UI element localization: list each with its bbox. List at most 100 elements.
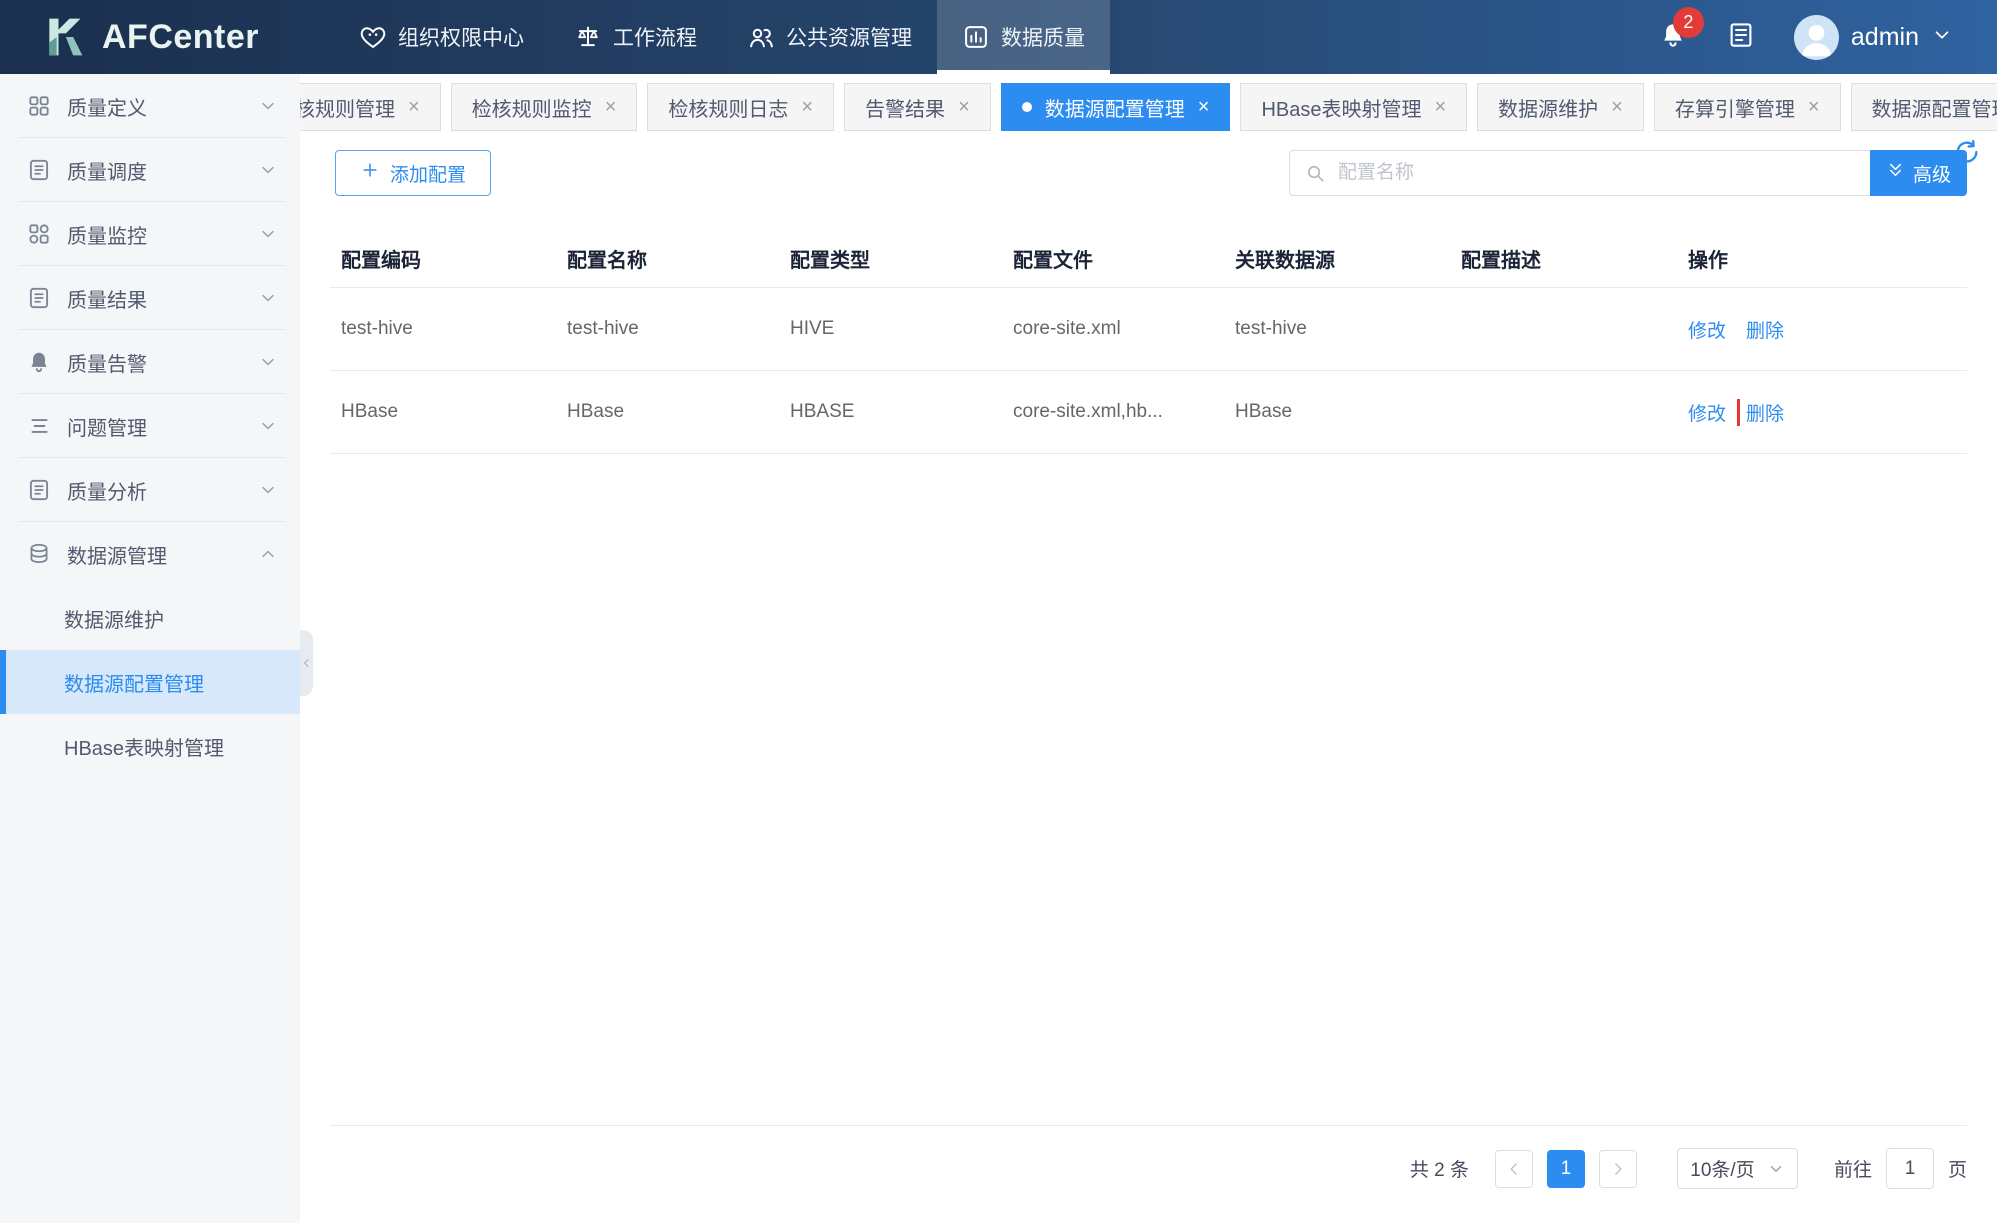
chevron-down-icon [258, 352, 278, 372]
page-1-button[interactable]: 1 [1547, 1150, 1585, 1188]
goto-page-input[interactable] [1886, 1148, 1934, 1189]
sidebar-item-label: 问题管理 [67, 412, 147, 441]
nav-item-data-quality[interactable]: 数据质量 [937, 0, 1110, 74]
chevron-down-icon [258, 96, 278, 116]
sidebar-subitem-datasource-maintenance[interactable]: 数据源维护 [0, 586, 300, 650]
search-icon [1304, 162, 1327, 190]
sidebar-item-quality-scheduling[interactable]: 质量调度 [0, 138, 300, 202]
nav-item-workflow[interactable]: 工作流程 [549, 0, 722, 74]
column-header: 配置名称 [556, 244, 779, 273]
sidebar-subitem-datasource-config-management[interactable]: 数据源配置管理 [0, 650, 300, 714]
notification-badge: 2 [1673, 7, 1704, 38]
tab-close-icon[interactable]: × [1808, 97, 1820, 117]
db-icon [26, 541, 52, 567]
tab-datasource-maintenance[interactable]: 数据源维护 × [1477, 83, 1644, 131]
table-cell: core-site.xml [1002, 318, 1224, 340]
tab-label: 数据源配置管理 [1045, 93, 1185, 122]
tab-close-icon[interactable]: × [1198, 97, 1210, 117]
brand: AFCenter [0, 0, 300, 74]
sidebar-subitem-label: 数据源维护 [64, 604, 164, 633]
sidebar-item-issue-management[interactable]: 问题管理 [0, 394, 300, 458]
tab-label: HBase表映射管理 [1261, 93, 1421, 122]
sidebar-item-label: 质量分析 [67, 476, 147, 505]
heart-icon [359, 23, 387, 51]
chevron-down-icon [1931, 24, 1953, 51]
table-row: HBaseHBaseHBASEcore-site.xml,hb...HBase修… [330, 371, 1967, 454]
advanced-label: 高级 [1913, 160, 1951, 187]
tab-rule-monitoring[interactable]: 检核规则监控× [451, 83, 638, 131]
sidebar-item-datasource-management[interactable]: 数据源管理 [0, 522, 300, 586]
prev-page-button[interactable] [1495, 1150, 1533, 1188]
modify-link[interactable]: 修改 [1688, 399, 1726, 426]
chart-icon [962, 23, 990, 51]
tab-datasource-config-management-2[interactable]: 数据源配置管理× [1851, 83, 1997, 131]
doc-icon [26, 157, 52, 183]
tab-rule-logs[interactable]: 检核规则日志× [647, 83, 834, 131]
sidebar-item-quality-analysis[interactable]: 质量分析 [0, 458, 300, 522]
column-header: 配置描述 [1450, 244, 1677, 273]
table-cell: core-site.xml,hb... [1002, 401, 1224, 423]
tab-close-icon[interactable]: × [958, 97, 970, 117]
nav-item-label: 数据质量 [1001, 22, 1085, 52]
sidebar-item-quality-results[interactable]: 质量结果 [0, 266, 300, 330]
modify-link[interactable]: 修改 [1688, 316, 1726, 343]
tab-label: 存算引擎管理 [1675, 93, 1795, 122]
document-list-icon[interactable] [1726, 20, 1756, 55]
tab-rule-management[interactable]: 检核规则管理× [300, 83, 441, 131]
table-cell: HIVE [779, 318, 1002, 340]
add-config-button[interactable]: 添加配置 [335, 150, 491, 196]
tab-close-icon[interactable]: × [605, 97, 617, 117]
tab-alert-results[interactable]: 告警结果× [844, 83, 991, 131]
tab-hbase-table-mapping[interactable]: HBase表映射管理 × [1240, 83, 1467, 131]
main-area: 质量定义质量调度质量监控质量结果质量告警问题管理质量分析数据源管理数据源维护数据… [0, 74, 1997, 1223]
user-menu[interactable]: admin [1794, 15, 1953, 60]
sidebar-item-quality-monitoring[interactable]: 质量监控 [0, 202, 300, 266]
search-input[interactable] [1289, 150, 1870, 196]
pagination-bar: 共 2 条 1 10条/页 前往 页 [330, 1125, 1967, 1223]
tab-close-icon[interactable]: × [408, 97, 420, 117]
active-tab-dot-icon [1022, 102, 1032, 112]
sidebar-collapse-handle[interactable] [300, 630, 313, 696]
table-cell: test-hive [1224, 318, 1450, 340]
advanced-search-button[interactable]: 高级 [1870, 150, 1967, 196]
delete-link[interactable]: 删除 [1746, 316, 1784, 343]
page-size-value: 10条/页 [1690, 1155, 1754, 1182]
column-header: 关联数据源 [1224, 244, 1450, 273]
people-icon [747, 23, 775, 51]
page-size-select[interactable]: 10条/页 [1677, 1148, 1798, 1189]
sidebar-item-label: 质量监控 [67, 220, 147, 249]
sidebar-item-label: 质量结果 [67, 284, 147, 313]
row-actions: 修改删除 [1677, 316, 1967, 343]
chevron-down-icon [1767, 1160, 1785, 1178]
sidebar-item-quality-definition[interactable]: 质量定义 [0, 74, 300, 138]
page-unit-label: 页 [1948, 1155, 1967, 1182]
next-page-button[interactable] [1599, 1150, 1637, 1188]
sidebar-item-label: 质量定义 [67, 92, 147, 121]
tab-storage-engine-management[interactable]: 存算引擎管理 × [1654, 83, 1841, 131]
table-cell: HBase [330, 401, 556, 423]
chevron-up-icon [258, 544, 278, 564]
notifications-button[interactable]: 2 [1658, 20, 1688, 55]
nav-item-public-resources[interactable]: 公共资源管理 [722, 0, 937, 74]
sidebar-subitem-hbase-table-mapping[interactable]: HBase表映射管理 [0, 714, 300, 778]
delete-link[interactable]: 删除 [1746, 399, 1784, 426]
scale-icon [574, 23, 602, 51]
nav-item-org-permission-center[interactable]: 组织权限中心 [334, 0, 549, 74]
tab-label: 数据源维护 [1498, 93, 1598, 122]
table-cell: test-hive [556, 318, 779, 340]
tab-close-icon[interactable]: × [1611, 97, 1623, 117]
add-config-label: 添加配置 [390, 160, 466, 187]
pagination-total: 共 2 条 [1410, 1155, 1469, 1182]
avatar [1794, 15, 1839, 60]
empty-space [330, 454, 1967, 1125]
toolbar: 添加配置 高级 [330, 150, 1967, 196]
tab-datasource-config-management[interactable]: 数据源配置管理 × [1001, 83, 1231, 131]
sidebar-subitem-label: 数据源配置管理 [64, 668, 204, 697]
nav-item-label: 公共资源管理 [786, 22, 912, 52]
tab-close-icon[interactable]: × [801, 97, 813, 117]
tab-close-icon[interactable]: × [1434, 97, 1446, 117]
chevron-down-icon [258, 288, 278, 308]
sidebar-menu: 质量定义质量调度质量监控质量结果质量告警问题管理质量分析数据源管理数据源维护数据… [0, 74, 300, 778]
sidebar-item-quality-alerts[interactable]: 质量告警 [0, 330, 300, 394]
table-row: test-hivetest-hiveHIVEcore-site.xmltest-… [330, 288, 1967, 371]
